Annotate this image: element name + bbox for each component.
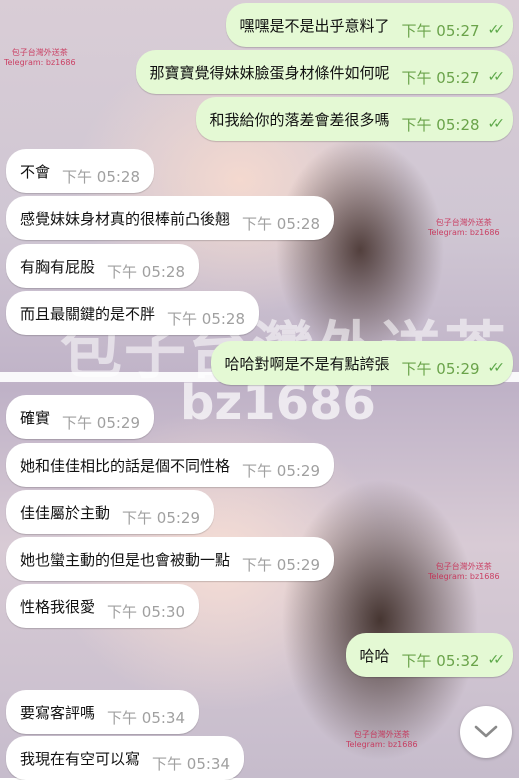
- incoming-message[interactable]: 確實 下午 05:29: [6, 395, 155, 439]
- message-text: 感覺妹妹身材真的很棒前凸後翹: [20, 209, 231, 228]
- message-text: 我現在有空可以寫: [20, 749, 141, 768]
- message-time: 下午 05:28: [242, 214, 321, 233]
- outgoing-message[interactable]: 那寶寶覺得妹妹臉蛋身材條件如何呢 下午 05:27 ✓✓: [135, 50, 513, 94]
- incoming-message[interactable]: 性格我很愛 下午 05:30: [6, 584, 200, 628]
- outgoing-message[interactable]: 嘿嘿是不是出乎意料了 下午 05:27 ✓✓: [225, 3, 513, 47]
- incoming-message[interactable]: 而且最關鍵的是不胖 下午 05:28: [6, 291, 260, 335]
- message-time: 下午 05:29: [62, 413, 141, 432]
- message-time: 下午 05:27: [401, 68, 480, 87]
- message-text: 和我給你的落差會差很多嗎: [209, 110, 390, 129]
- message-time: 下午 05:28: [167, 309, 246, 328]
- incoming-message[interactable]: 我現在有空可以寫 下午 05:34: [6, 736, 245, 780]
- message-text: 要寫客評嗎: [20, 703, 96, 722]
- message-text: 佳佳屬於主動: [20, 503, 111, 522]
- incoming-message[interactable]: 佳佳屬於主動 下午 05:29: [6, 490, 215, 534]
- message-time: 下午 05:29: [242, 555, 321, 574]
- message-text: 確實: [20, 408, 51, 427]
- chevron-down-icon: [474, 725, 498, 738]
- small-watermark: 包子台灣外送茶 Telegram: bz1686: [4, 48, 76, 67]
- incoming-message[interactable]: 她也蠻主動的但是也會被動一點 下午 05:29: [6, 537, 335, 581]
- message-text: 哈哈: [359, 646, 390, 665]
- message-text: 性格我很愛: [20, 597, 96, 616]
- double-check-icon: ✓✓: [487, 652, 506, 668]
- outgoing-message[interactable]: 和我給你的落差會差很多嗎 下午 05:28 ✓✓: [195, 97, 513, 141]
- message-time: 下午 05:27: [401, 21, 480, 40]
- small-watermark: 包子台灣外送茶 Telegram: bz1686: [428, 218, 500, 237]
- message-time: 下午 05:34: [107, 708, 186, 727]
- message-time: 下午 05:29: [401, 359, 480, 378]
- double-check-icon: ✓✓: [487, 22, 506, 38]
- small-watermark: 包子台灣外送茶 Telegram: bz1686: [346, 730, 418, 749]
- incoming-message[interactable]: 感覺妹妹身材真的很棒前凸後翹 下午 05:28: [6, 196, 335, 240]
- message-time: 下午 05:28: [401, 115, 480, 134]
- message-time: 下午 05:29: [242, 461, 321, 480]
- scroll-to-bottom-button[interactable]: [460, 706, 512, 758]
- message-text: 她也蠻主動的但是也會被動一點: [20, 550, 231, 569]
- double-check-icon: ✓✓: [487, 69, 506, 85]
- message-time: 下午 05:30: [107, 602, 186, 621]
- incoming-message[interactable]: 不會 下午 05:28: [6, 149, 155, 193]
- message-text: 嘿嘿是不是出乎意料了: [239, 16, 390, 35]
- double-check-icon: ✓✓: [487, 116, 506, 132]
- message-time: 下午 05:34: [152, 754, 231, 773]
- message-text: 而且最關鍵的是不胖: [20, 304, 156, 323]
- outgoing-message[interactable]: 哈哈 下午 05:32 ✓✓: [345, 633, 513, 677]
- message-text: 有胸有屁股: [20, 257, 96, 276]
- message-text: 她和佳佳相比的話是個不同性格: [20, 456, 231, 475]
- incoming-message[interactable]: 有胸有屁股 下午 05:28: [6, 244, 200, 288]
- message-text: 那寶寶覺得妹妹臉蛋身材條件如何呢: [149, 63, 390, 82]
- message-time: 下午 05:32: [401, 651, 480, 670]
- outgoing-message[interactable]: 哈哈對啊是不是有點誇張 下午 05:29 ✓✓: [210, 341, 513, 385]
- small-watermark: 包子台灣外送茶 Telegram: bz1686: [428, 562, 500, 581]
- message-text: 哈哈對啊是不是有點誇張: [224, 354, 390, 373]
- incoming-message[interactable]: 她和佳佳相比的話是個不同性格 下午 05:29: [6, 443, 335, 487]
- message-time: 下午 05:29: [122, 508, 201, 527]
- incoming-message[interactable]: 要寫客評嗎 下午 05:34: [6, 690, 200, 734]
- message-time: 下午 05:28: [107, 262, 186, 281]
- double-check-icon: ✓✓: [487, 360, 506, 376]
- message-time: 下午 05:28: [62, 167, 141, 186]
- message-text: 不會: [20, 162, 51, 181]
